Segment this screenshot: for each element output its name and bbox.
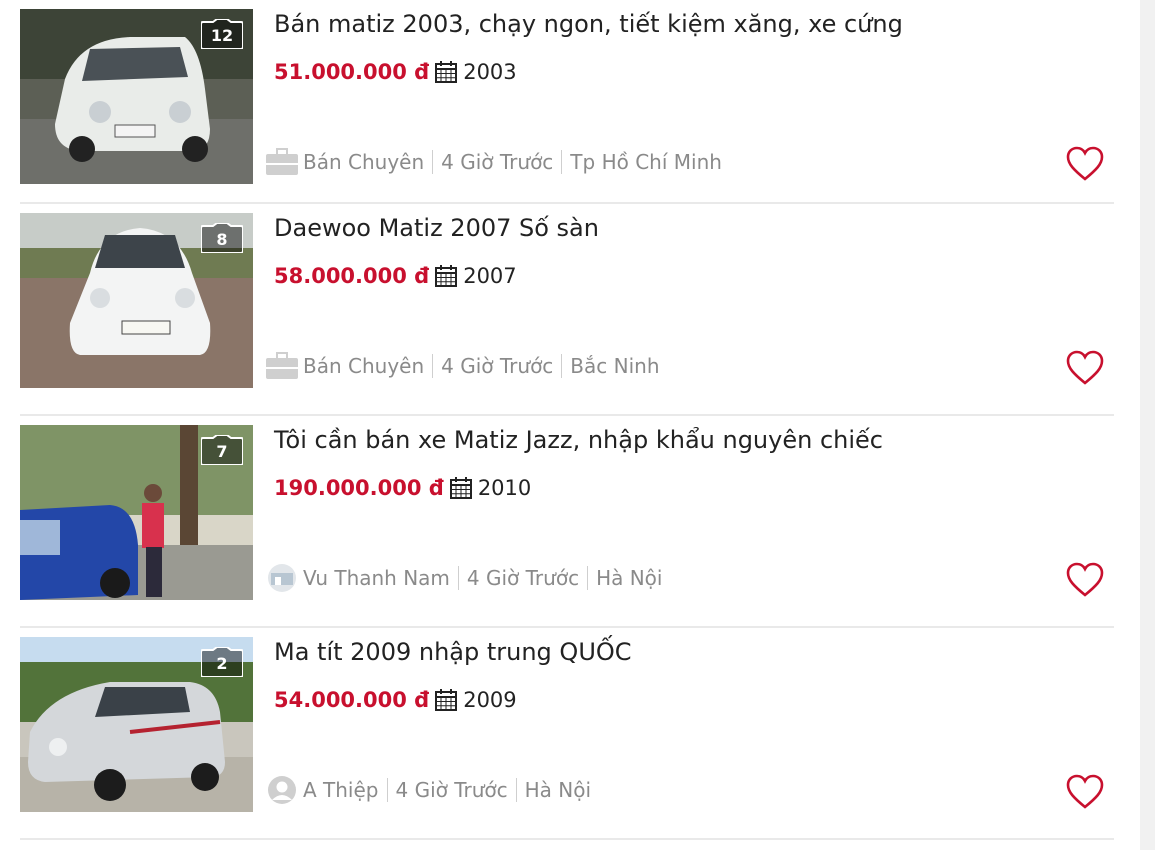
meta-divider (587, 566, 589, 590)
seller-name[interactable]: Bán Chuyên (303, 354, 424, 378)
photo-count-badge: 12 (201, 19, 243, 49)
listing-title[interactable]: Ma tít 2009 nhập trung QUỐC (274, 638, 632, 666)
listing-location: Hà Nội (524, 778, 592, 802)
meta-divider (386, 778, 388, 802)
listing-price: 54.000.000 đ (274, 688, 430, 712)
listing-price: 190.000.000 đ (274, 476, 444, 500)
listing-item[interactable]: 12 Bán matiz 2003, chạy ngon, tiết kiệm … (20, 0, 1114, 204)
listing-meta: A Thiệp 4 Giờ Trước Hà Nội (265, 774, 591, 806)
save-favorite-button[interactable] (1066, 774, 1104, 810)
posted-time: 4 Giờ Trước (466, 566, 580, 590)
posted-time: 4 Giờ Trước (395, 778, 508, 802)
meta-divider (457, 566, 459, 590)
save-favorite-button[interactable] (1066, 350, 1104, 386)
listing-location: Tp Hồ Chí Minh (570, 150, 722, 174)
calendar-icon (435, 265, 458, 287)
listing-location: Hà Nội (596, 566, 663, 590)
listing-title[interactable]: Tôi cần bán xe Matiz Jazz, nhập khẩu ngu… (274, 426, 883, 454)
photo-count-number: 12 (210, 26, 234, 45)
listing-thumbnail[interactable]: 7 (20, 425, 253, 600)
scrollbar-track[interactable] (1140, 0, 1155, 850)
photo-count-badge: 8 (201, 223, 243, 253)
heart-icon (1066, 146, 1104, 181)
listing-year: 2010 (477, 476, 532, 500)
price-row: 190.000.000 đ 2010 (274, 474, 531, 502)
calendar-icon (435, 61, 458, 83)
briefcase-icon (266, 352, 298, 379)
listing-meta: Bán Chuyên 4 Giờ Trước Bắc Ninh (265, 350, 660, 382)
listing-item[interactable]: 7 Tôi cần bán xe Matiz Jazz, nhập khẩu n… (20, 416, 1114, 628)
listing-thumbnail[interactable]: 2 (20, 637, 253, 812)
listing-price: 51.000.000 đ (274, 60, 430, 84)
photo-count-number: 7 (216, 442, 228, 461)
heart-icon (1066, 562, 1104, 597)
meta-divider (561, 150, 563, 174)
listing-title[interactable]: Bán matiz 2003, chạy ngon, tiết kiệm xăn… (274, 10, 903, 38)
meta-divider (561, 354, 563, 378)
heart-icon (1066, 350, 1104, 385)
briefcase-icon (266, 148, 298, 175)
save-favorite-button[interactable] (1066, 562, 1104, 598)
meta-divider (515, 778, 517, 802)
posted-time: 4 Giờ Trước (441, 150, 554, 174)
meta-divider (432, 354, 434, 378)
seller-name[interactable]: A Thiệp (303, 778, 379, 802)
posted-time: 4 Giờ Trước (441, 354, 554, 378)
heart-icon (1066, 774, 1104, 809)
calendar-icon (435, 689, 458, 711)
listing-location: Bắc Ninh (570, 354, 660, 378)
photo-count-number: 2 (216, 654, 228, 673)
listing-year: 2009 (463, 688, 517, 712)
seller-name[interactable]: Bán Chuyên (303, 150, 424, 174)
listing-meta: Bán Chuyên 4 Giờ Trước Tp Hồ Chí Minh (265, 146, 722, 178)
listing-thumbnail[interactable]: 12 (20, 9, 253, 184)
photo-count-number: 8 (216, 230, 228, 249)
listing-title[interactable]: Daewoo Matiz 2007 Số sàn (274, 214, 599, 242)
price-row: 51.000.000 đ 2003 (274, 58, 517, 86)
photo-count-badge: 7 (201, 435, 243, 465)
calendar-icon (449, 477, 472, 499)
default-avatar-icon (268, 776, 296, 804)
listing-meta: Vu Thanh Nam 4 Giờ Trước Hà Nội (265, 562, 662, 594)
listing-year: 2003 (463, 60, 517, 84)
listing-item[interactable]: 2 Ma tít 2009 nhập trung QUỐC 54.000.000… (20, 628, 1114, 840)
listing-list: 12 Bán matiz 2003, chạy ngon, tiết kiệm … (20, 0, 1114, 840)
price-row: 54.000.000 đ 2009 (274, 686, 517, 714)
listing-price: 58.000.000 đ (274, 264, 430, 288)
meta-divider (432, 150, 434, 174)
save-favorite-button[interactable] (1066, 146, 1104, 182)
user-photo-avatar (268, 564, 296, 592)
listing-year: 2007 (463, 264, 517, 288)
listing-thumbnail[interactable]: 8 (20, 213, 253, 388)
listing-item[interactable]: 8 Daewoo Matiz 2007 Số sàn 58.000.000 đ … (20, 204, 1114, 416)
photo-count-badge: 2 (201, 647, 243, 677)
price-row: 58.000.000 đ 2007 (274, 262, 517, 290)
seller-name[interactable]: Vu Thanh Nam (303, 566, 450, 590)
